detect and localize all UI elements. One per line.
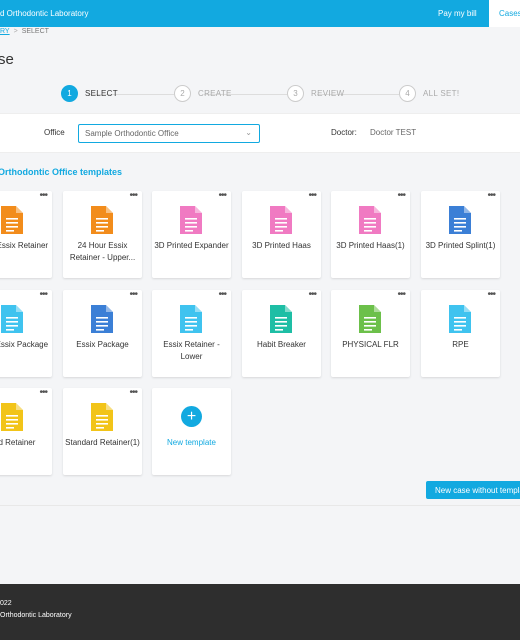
template-card[interactable]: ••• igital Essix Package: [0, 290, 52, 377]
template-name: igital Essix Package: [0, 340, 49, 349]
new-case-without-template-button[interactable]: New case without template: [426, 481, 520, 499]
document-icon: [180, 305, 202, 333]
template-name: Hour Essix Retainer: [0, 241, 49, 250]
more-options-icon[interactable]: •••: [39, 191, 47, 201]
document-icon: [359, 305, 381, 333]
template-card[interactable]: ••• Standard Retainer(1): [63, 388, 142, 475]
more-options-icon[interactable]: •••: [397, 191, 405, 201]
template-name: Essix Retainer - Lower: [163, 340, 220, 361]
document-icon: [180, 206, 202, 234]
template-name: Habit Breaker: [257, 340, 306, 349]
step-number: 1: [61, 85, 78, 102]
template-card[interactable]: ••• 24 Hour Essix Retainer - Upper...: [63, 191, 142, 278]
template-name: 24 Hour Essix Retainer - Upper...: [69, 241, 136, 262]
step-all-set[interactable]: 4 ALL SET!: [399, 85, 459, 102]
more-options-icon[interactable]: •••: [218, 290, 226, 300]
document-icon: [91, 403, 113, 431]
more-options-icon[interactable]: •••: [308, 290, 316, 300]
step-review[interactable]: 3 REVIEW: [287, 85, 344, 102]
step-number: 2: [174, 85, 191, 102]
more-options-icon[interactable]: •••: [129, 290, 137, 300]
page-title: se: [0, 51, 14, 68]
doctor-label: Doctor:: [331, 128, 357, 137]
document-icon: [91, 305, 113, 333]
template-card[interactable]: ••• Essix Package: [63, 290, 142, 377]
document-icon: [359, 206, 381, 234]
cases-tab[interactable]: Cases: [489, 0, 520, 27]
template-card[interactable]: ••• 3D Printed Haas: [242, 191, 321, 278]
template-name: RPE: [452, 340, 469, 349]
document-icon: [1, 305, 23, 333]
chevron-down-icon: ⌄: [245, 128, 252, 137]
breadcrumb-current: SELECT: [21, 28, 49, 35]
step-number: 3: [287, 85, 304, 102]
step-create[interactable]: 2 CREATE: [174, 85, 232, 102]
template-name: Standard Retainer(1): [65, 438, 140, 447]
doctor-value: Doctor TEST: [370, 128, 417, 137]
app-window: d Orthodontic Laboratory Pay my bill Cas…: [0, 0, 520, 640]
step-label: SELECT: [85, 89, 118, 98]
step-number: 4: [399, 85, 416, 102]
more-options-icon[interactable]: •••: [129, 388, 137, 398]
template-name: 3D Printed Haas: [252, 241, 311, 250]
breadcrumb-separator: >: [13, 28, 18, 35]
more-options-icon[interactable]: •••: [487, 191, 495, 201]
document-icon: [449, 305, 471, 333]
office-select[interactable]: Sample Orthodontic Office ⌄: [78, 124, 260, 143]
content-divider: [0, 505, 520, 506]
office-label: Office: [44, 128, 65, 137]
document-icon: [91, 206, 113, 234]
new-template-label: New template: [167, 438, 216, 447]
step-progress: 1 SELECT 2 CREATE 3 REVIEW 4 ALL SET!: [0, 76, 520, 112]
pay-bill-link[interactable]: Pay my bill: [438, 9, 477, 18]
step-label: ALL SET!: [423, 89, 460, 98]
step-label: REVIEW: [311, 89, 345, 98]
step-label: CREATE: [198, 89, 232, 98]
footer-year: 022: [0, 600, 12, 607]
filter-bar: Office Sample Orthodontic Office ⌄ Docto…: [0, 113, 520, 153]
office-select-value: Sample Orthodontic Office: [85, 129, 179, 138]
document-icon: [270, 305, 292, 333]
template-card[interactable]: ••• 3D Printed Expander: [152, 191, 231, 278]
template-name: 3D Printed Expander: [154, 241, 229, 250]
more-options-icon[interactable]: •••: [129, 191, 137, 201]
template-card[interactable]: ••• 3D Printed Splint(1): [421, 191, 500, 278]
more-options-icon[interactable]: •••: [397, 290, 405, 300]
footer: 022 Orthodontic Laboratory: [0, 584, 520, 640]
document-icon: [449, 206, 471, 234]
document-icon: [1, 206, 23, 234]
template-name: 3D Printed Splint(1): [425, 241, 496, 250]
document-icon: [270, 206, 292, 234]
top-nav-bar: d Orthodontic Laboratory Pay my bill Cas…: [0, 0, 520, 27]
brand-name[interactable]: d Orthodontic Laboratory: [0, 9, 89, 18]
more-options-icon[interactable]: •••: [39, 388, 47, 398]
template-card[interactable]: ••• RPE: [421, 290, 500, 377]
section-title: Orthodontic Office templates: [0, 167, 123, 177]
breadcrumb-link[interactable]: RY: [0, 28, 10, 35]
template-card[interactable]: ••• Habit Breaker: [242, 290, 321, 377]
template-name: PHYSICAL FLR: [342, 340, 399, 349]
document-icon: [1, 403, 23, 431]
template-name: Essix Package: [76, 340, 129, 349]
more-options-icon[interactable]: •••: [487, 290, 495, 300]
template-card[interactable]: ••• PHYSICAL FLR: [331, 290, 410, 377]
template-card[interactable]: ••• Essix Retainer - Lower: [152, 290, 231, 377]
plus-icon: +: [181, 406, 202, 427]
footer-company: Orthodontic Laboratory: [0, 612, 72, 619]
template-card[interactable]: ••• 3D Printed Haas(1): [331, 191, 410, 278]
more-options-icon[interactable]: •••: [218, 191, 226, 201]
breadcrumb: RY > SELECT: [0, 28, 49, 35]
more-options-icon[interactable]: •••: [39, 290, 47, 300]
template-card[interactable]: ••• lard Retainer: [0, 388, 52, 475]
template-name: 3D Printed Haas(1): [336, 241, 405, 250]
template-card[interactable]: ••• Hour Essix Retainer: [0, 191, 52, 278]
new-template-card[interactable]: + New template: [152, 388, 231, 475]
step-select[interactable]: 1 SELECT: [61, 85, 118, 102]
template-name: lard Retainer: [0, 438, 36, 447]
more-options-icon[interactable]: •••: [308, 191, 316, 201]
